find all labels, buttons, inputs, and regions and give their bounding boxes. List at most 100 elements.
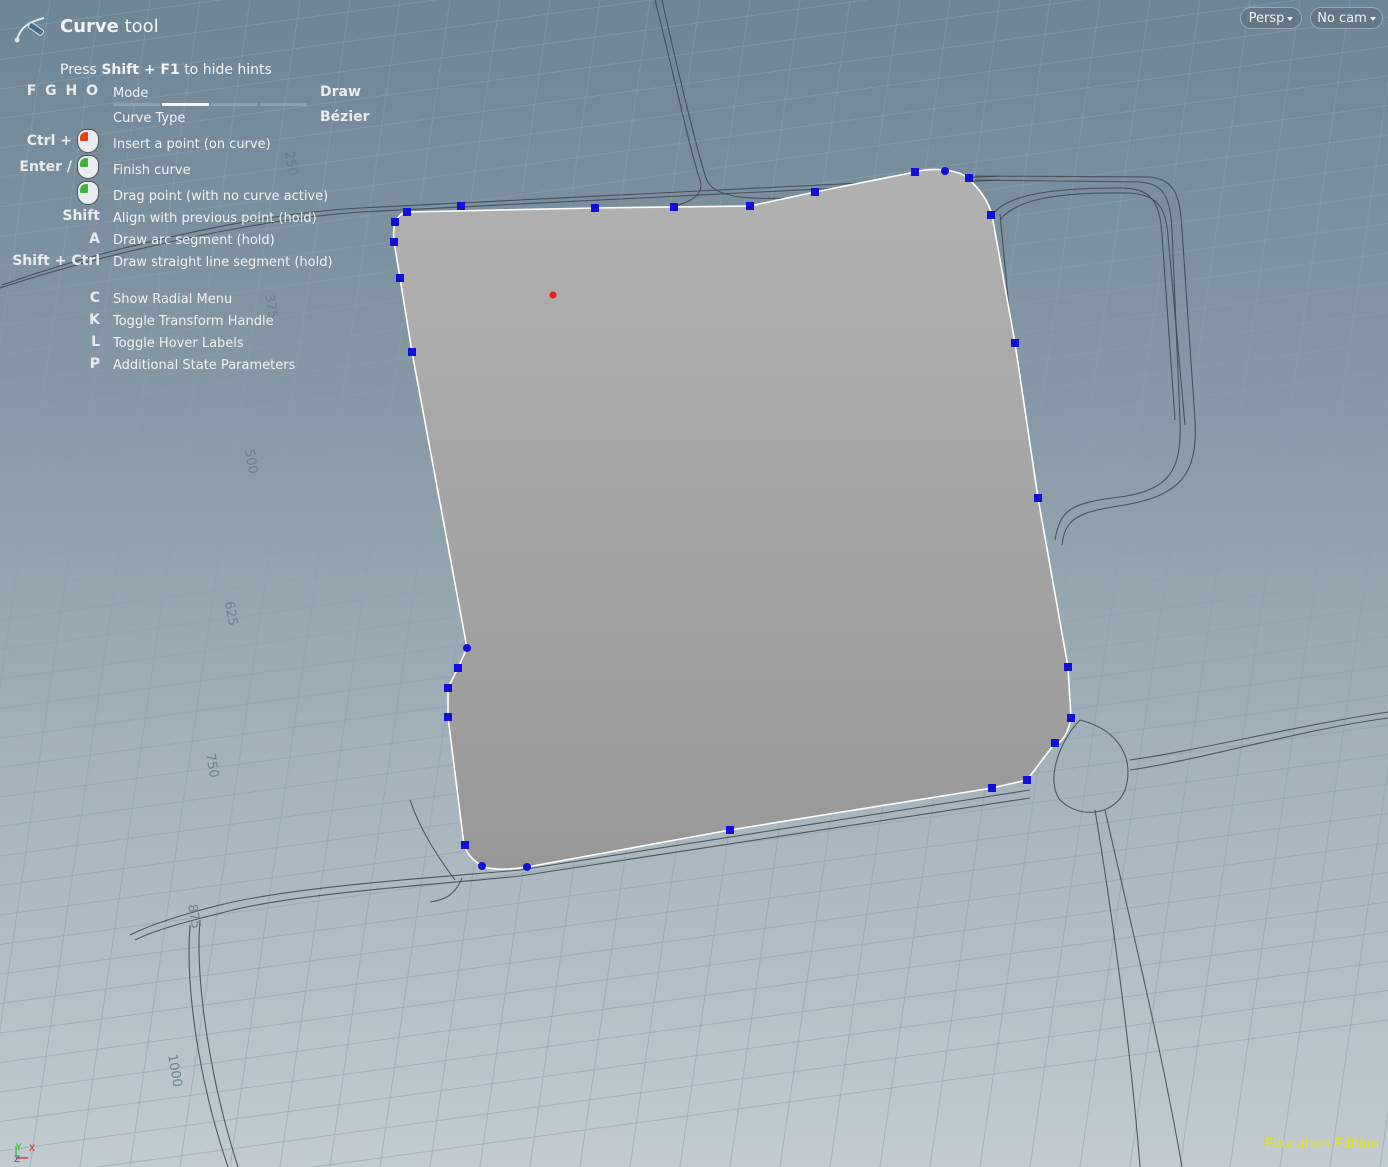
control-point[interactable] bbox=[457, 202, 465, 210]
tool-suffix: tool bbox=[124, 16, 159, 37]
curve-type-label: Curve Type bbox=[113, 111, 186, 126]
mode-keys: F G H O bbox=[26, 83, 100, 99]
control-point[interactable] bbox=[396, 274, 404, 282]
control-point[interactable] bbox=[461, 841, 469, 849]
grid-line bbox=[229, 0, 401, 1167]
grid-line bbox=[0, 0, 439, 60]
viewport-3d[interactable]: 250 375 500 625 750 875 1000 Y X Z bbox=[0, 0, 1388, 1167]
hint-key-radial-menu: C bbox=[89, 290, 100, 306]
tool-name: Curve bbox=[60, 16, 119, 37]
hint-label-transform-handle: Toggle Transform Handle bbox=[113, 314, 274, 329]
origin-marker bbox=[549, 291, 557, 299]
camera-menu-button[interactable]: No cam bbox=[1310, 7, 1383, 29]
grid-line bbox=[0, 0, 51, 347]
control-point[interactable] bbox=[1011, 339, 1019, 347]
control-point[interactable] bbox=[1051, 739, 1059, 747]
chevron-down-icon bbox=[1287, 16, 1294, 21]
control-point[interactable] bbox=[403, 208, 411, 216]
grid-line bbox=[94, 990, 1388, 1167]
control-point[interactable] bbox=[988, 784, 996, 792]
control-point[interactable] bbox=[1067, 714, 1075, 722]
grid-line bbox=[0, 0, 223, 31]
control-point[interactable] bbox=[1064, 663, 1072, 671]
mode-label: Mode bbox=[113, 86, 149, 101]
grid-labels: 250 375 500 625 750 875 1000 bbox=[164, 150, 300, 1088]
hide-hints-keys: Shift + F1 bbox=[101, 62, 180, 78]
hint-key-finish-curve: Enter / bbox=[19, 159, 72, 175]
control-point[interactable] bbox=[811, 188, 819, 196]
hint-label-straight-line: Draw straight line segment (hold) bbox=[113, 255, 333, 270]
control-point[interactable] bbox=[391, 218, 399, 226]
grid-label: 1000 bbox=[164, 1053, 185, 1088]
control-point[interactable] bbox=[454, 664, 462, 672]
grid-line bbox=[0, 931, 1388, 1122]
hint-key-hover-labels: L bbox=[91, 334, 100, 350]
axis-z-label: Z bbox=[14, 1155, 20, 1165]
hint-label-insert-point: Insert a point (on curve) bbox=[113, 137, 271, 152]
control-point[interactable] bbox=[670, 203, 678, 211]
grid-line bbox=[0, 16, 1388, 208]
hint-key-arc: A bbox=[89, 231, 100, 247]
curve-shape[interactable] bbox=[392, 168, 1072, 870]
control-point[interactable] bbox=[1034, 494, 1042, 502]
control-point[interactable] bbox=[444, 684, 452, 692]
grid-line bbox=[279, 0, 451, 1167]
hint-key-insert-point: Ctrl + bbox=[26, 133, 72, 149]
hint-label-state-params: Additional State Parameters bbox=[113, 358, 296, 373]
grid-line bbox=[1129, 0, 1301, 1167]
hint-label-hover-labels: Toggle Hover Labels bbox=[113, 336, 244, 351]
grid-line bbox=[0, 901, 1388, 1093]
grid-line bbox=[1179, 0, 1351, 1167]
control-point[interactable] bbox=[746, 202, 754, 210]
hint-key-align: Shift bbox=[62, 208, 100, 224]
grid-label: 500 bbox=[241, 448, 260, 475]
education-watermark: Education Edition bbox=[1265, 1137, 1379, 1152]
control-point[interactable] bbox=[1023, 776, 1031, 784]
projection-label: Persp bbox=[1248, 11, 1285, 26]
curve-type-value[interactable]: Bézier bbox=[320, 109, 370, 125]
control-point[interactable] bbox=[444, 713, 452, 721]
mode-segment[interactable] bbox=[260, 103, 307, 106]
grid-line bbox=[0, 960, 1388, 1152]
grid-line bbox=[0, 0, 870, 119]
mode-segment[interactable] bbox=[113, 103, 160, 106]
hint-label-drag-point: Drag point (with no curve active) bbox=[113, 189, 329, 204]
mode-segment-selected[interactable] bbox=[162, 103, 209, 106]
hint-key-straight-line: Shift + Ctrl bbox=[12, 253, 100, 269]
control-point[interactable] bbox=[591, 204, 599, 212]
tangent-handle[interactable] bbox=[478, 862, 486, 870]
tangent-handle[interactable] bbox=[523, 863, 531, 871]
hint-label-radial-menu: Show Radial Menu bbox=[113, 292, 233, 307]
grid-line bbox=[0, 842, 1388, 1034]
grid-line bbox=[0, 872, 1388, 1063]
hide-hints-suffix: to hide hints bbox=[184, 62, 272, 78]
grid-line bbox=[1379, 1108, 1388, 1167]
control-point[interactable] bbox=[726, 826, 734, 834]
hide-hints-prefix: Press bbox=[60, 62, 97, 78]
control-point[interactable] bbox=[390, 238, 398, 246]
mode-value[interactable]: Draw bbox=[320, 84, 361, 100]
mouse-left-drag-icon bbox=[77, 181, 99, 205]
hint-label-arc: Draw arc segment (hold) bbox=[113, 233, 275, 248]
grid-line bbox=[1279, 422, 1388, 1167]
projection-menu-button[interactable]: Persp bbox=[1240, 7, 1302, 29]
axis-y-label: Y bbox=[15, 1143, 22, 1153]
control-point[interactable] bbox=[911, 168, 919, 176]
mode-segment[interactable] bbox=[211, 103, 258, 106]
camera-label: No cam bbox=[1317, 11, 1367, 26]
curve-tool-icon bbox=[14, 17, 45, 43]
mouse-left-click-icon bbox=[77, 155, 99, 179]
tangent-handle[interactable] bbox=[941, 167, 949, 175]
control-point[interactable] bbox=[965, 174, 973, 182]
grid-label: 625 bbox=[221, 600, 240, 627]
tangent-handle[interactable] bbox=[463, 644, 471, 652]
hint-label-align: Align with previous point (hold) bbox=[113, 211, 317, 226]
chevron-down-icon bbox=[1369, 16, 1376, 21]
control-point[interactable] bbox=[987, 211, 995, 219]
control-point[interactable] bbox=[408, 348, 416, 356]
grid-label: 250 bbox=[281, 150, 300, 177]
hint-label-finish-curve: Finish curve bbox=[113, 163, 191, 178]
axis-x-label: X bbox=[29, 1144, 35, 1154]
mouse-left-click-icon bbox=[77, 129, 99, 153]
grid-label: 750 bbox=[202, 752, 221, 779]
